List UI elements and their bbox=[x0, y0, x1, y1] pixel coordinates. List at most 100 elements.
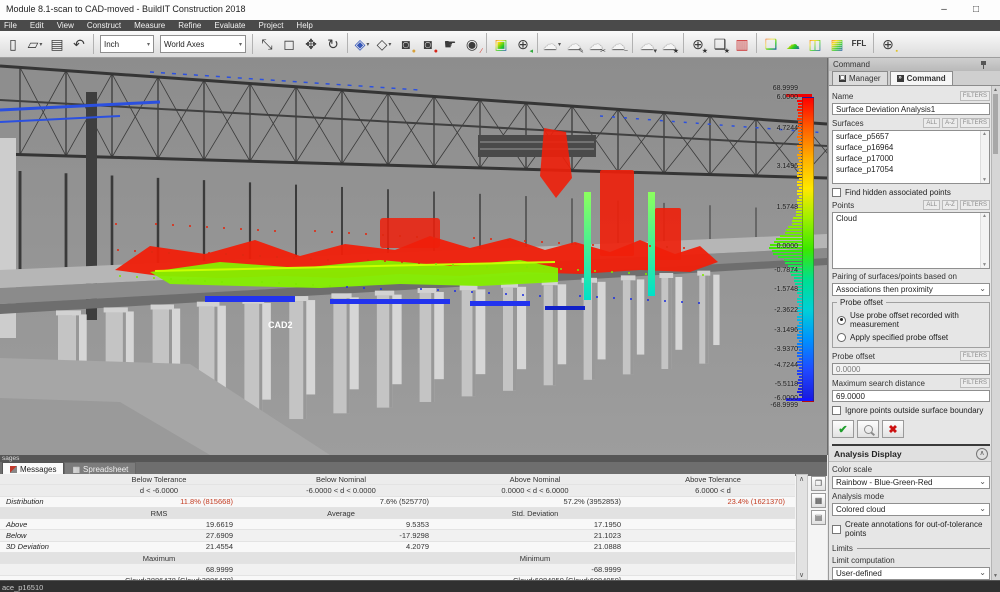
save-document-button[interactable]: ▤ bbox=[47, 33, 67, 55]
list-scrollbar[interactable] bbox=[980, 213, 989, 268]
badge-icon: ◂ bbox=[529, 48, 533, 55]
open-document-button[interactable]: ▱▾ bbox=[25, 33, 45, 55]
hide-object-button[interactable]: ◉∕ bbox=[462, 33, 482, 55]
minimize-button[interactable]: – bbox=[932, 2, 956, 18]
find-hidden-checkbox[interactable] bbox=[832, 188, 841, 197]
alignment-target-button[interactable]: ⊕◂ bbox=[513, 33, 533, 55]
view-orientation-button[interactable]: ◈▾ bbox=[352, 33, 372, 55]
viewport-3d[interactable]: CAD2 68.99996.00004.72443.14961.57480.00… bbox=[0, 58, 828, 455]
snapshot-button[interactable]: ◙● bbox=[396, 33, 416, 55]
ignore-outside-checkbox[interactable] bbox=[832, 406, 841, 415]
points-all-button[interactable]: ALL bbox=[923, 200, 940, 210]
copy-button[interactable]: ❐ bbox=[811, 476, 826, 491]
probe-target-button[interactable]: ⊕▪ bbox=[878, 33, 898, 55]
pin-icon[interactable] bbox=[981, 61, 986, 69]
colorize-surface-button[interactable]: ❑ bbox=[761, 33, 781, 55]
inspection-comb-button[interactable]: ▥ bbox=[732, 33, 752, 55]
probe-offset-filters-button[interactable]: FILTERS bbox=[960, 351, 990, 361]
deviation-compare-button[interactable]: ◫ bbox=[805, 33, 825, 55]
points-az-button[interactable]: A-Z bbox=[942, 200, 958, 210]
limit-computation-select[interactable]: User-defined bbox=[832, 567, 990, 580]
ffl-button[interactable]: FFL bbox=[849, 33, 869, 55]
toolbar-separator bbox=[537, 33, 538, 53]
points-list[interactable]: Cloud bbox=[832, 212, 990, 269]
colorize-cloud-button[interactable]: ☁ bbox=[783, 33, 803, 55]
cut-cloud-button[interactable]: ☁✂ bbox=[586, 33, 606, 55]
list-item[interactable]: surface_p16964 bbox=[833, 142, 989, 153]
table-scrollbar[interactable] bbox=[796, 474, 808, 580]
color-scale-select[interactable]: Rainbow - Blue-Green-Red bbox=[832, 476, 990, 489]
points-filters-button[interactable]: FILTERS bbox=[960, 200, 990, 210]
surfaces-all-button[interactable]: ALL bbox=[923, 118, 940, 128]
analysis-mode-select[interactable]: Colored cloud bbox=[832, 503, 990, 516]
collapse-icon[interactable]: ∧ bbox=[976, 448, 988, 460]
menu-edit[interactable]: Edit bbox=[30, 21, 44, 30]
target-star-button[interactable]: ⊕★ bbox=[688, 33, 708, 55]
menu-view[interactable]: View bbox=[57, 21, 74, 30]
analysis-name-input[interactable]: Surface Deviation Analysis1 bbox=[832, 103, 990, 115]
preview-button[interactable] bbox=[857, 420, 879, 438]
surfaces-az-button[interactable]: A-Z bbox=[942, 118, 958, 128]
table-cell: Std. Deviation bbox=[439, 509, 631, 518]
menu-evaluate[interactable]: Evaluate bbox=[214, 21, 245, 30]
recorded-offset-radio[interactable] bbox=[837, 316, 846, 325]
list-scrollbar[interactable] bbox=[980, 131, 989, 183]
name-filters-button[interactable]: FILTERS bbox=[960, 91, 990, 101]
surfaces-list[interactable]: surface_p5657surface_p16964surface_p1700… bbox=[832, 130, 990, 184]
record-snapshot-button[interactable]: ◙● bbox=[418, 33, 438, 55]
pick-object-button[interactable]: ☛ bbox=[440, 33, 460, 55]
menu-refine[interactable]: Refine bbox=[178, 21, 201, 30]
list-item[interactable]: surface_p5657 bbox=[833, 131, 989, 142]
deviation-grid-button[interactable]: ▦ bbox=[827, 33, 847, 55]
max-search-input[interactable]: 69.0000 bbox=[832, 390, 990, 402]
tab-manager[interactable]: ▣Manager bbox=[832, 71, 888, 85]
surfaces-filters-button[interactable]: FILTERS bbox=[960, 118, 990, 128]
menu-construct[interactable]: Construct bbox=[87, 21, 121, 30]
scale-tick-label: -5.5118 bbox=[775, 381, 798, 388]
maximize-button[interactable]: □ bbox=[964, 2, 988, 18]
max-search-filters-button[interactable]: FILTERS bbox=[960, 378, 990, 388]
annotations-checkbox[interactable] bbox=[832, 525, 841, 534]
grid-button[interactable]: ▦ bbox=[811, 493, 826, 508]
panel-scrollbar[interactable] bbox=[991, 86, 1000, 580]
record-snapshot-icon: ◙ bbox=[424, 37, 432, 51]
print-button[interactable]: ▤ bbox=[811, 510, 826, 525]
snapshot-icon: ◙ bbox=[402, 37, 410, 51]
probe-offset-input[interactable]: 0.0000 bbox=[832, 363, 990, 375]
specified-offset-radio[interactable] bbox=[837, 333, 846, 342]
subtract-cloud-button[interactable]: ☁− bbox=[608, 33, 628, 55]
zoom-dynamic-icon: ⤡ bbox=[261, 37, 272, 51]
cancel-button[interactable]: ✖ bbox=[882, 420, 904, 438]
axes-select[interactable]: World Axes▾ bbox=[160, 35, 246, 53]
new-document-button[interactable]: ▯ bbox=[3, 33, 23, 55]
list-item[interactable]: surface_p17054 bbox=[833, 164, 989, 175]
menu-file[interactable]: File bbox=[4, 21, 17, 30]
probe-target-icon: ⊕ bbox=[882, 37, 894, 51]
unit-select[interactable]: Inch▾ bbox=[100, 35, 154, 53]
analysis-display-header[interactable]: Analysis Display ∧ bbox=[829, 446, 993, 462]
cloud-tools-button[interactable]: ☁▾ bbox=[542, 33, 562, 55]
undo-button[interactable]: ↶ bbox=[69, 33, 89, 55]
tab-command[interactable]: »Command bbox=[890, 71, 953, 85]
pan-view-button[interactable]: ✥ bbox=[301, 33, 321, 55]
apply-button[interactable]: ✔ bbox=[832, 420, 854, 438]
menu-project[interactable]: Project bbox=[259, 21, 284, 30]
compare-image-button[interactable]: ▣ bbox=[491, 33, 511, 55]
pairing-select[interactable]: Associations then proximity bbox=[832, 283, 990, 296]
table-cell: 7.6% (525770) bbox=[243, 497, 439, 506]
rotate-view-button[interactable]: ↻ bbox=[323, 33, 343, 55]
list-item[interactable]: Cloud bbox=[833, 213, 989, 224]
menu-measure[interactable]: Measure bbox=[134, 21, 165, 30]
scrollbar-thumb[interactable] bbox=[993, 94, 998, 154]
menu-bar: File Edit View Construct Measure Refine Evalua… bbox=[0, 20, 1000, 31]
favorite-cloud-button[interactable]: ☁★ bbox=[659, 33, 679, 55]
display-mode-button[interactable]: ◇▾ bbox=[374, 33, 394, 55]
zoom-dynamic-button[interactable]: ⤡ bbox=[257, 33, 277, 55]
edit-cloud-button[interactable]: ☁✎ bbox=[564, 33, 584, 55]
zoom-window-button[interactable]: ◻ bbox=[279, 33, 299, 55]
color-scale-bar bbox=[802, 97, 814, 402]
surface-star-button[interactable]: ❑★ bbox=[710, 33, 730, 55]
menu-help[interactable]: Help bbox=[296, 21, 312, 30]
filter-cloud-button[interactable]: ☁▾ bbox=[637, 33, 657, 55]
list-item[interactable]: surface_p17000 bbox=[833, 153, 989, 164]
